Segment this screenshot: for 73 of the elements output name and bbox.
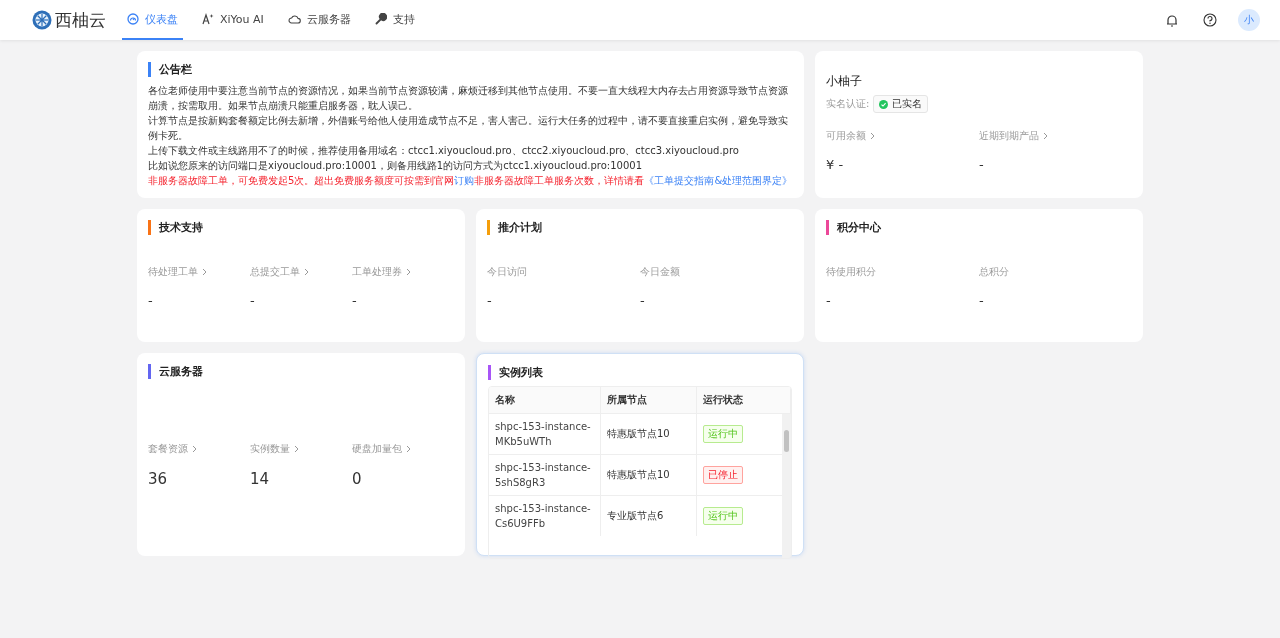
stat-value: 36 <box>148 470 169 488</box>
chevron-right-icon <box>1043 132 1048 140</box>
card-title: 技术支持 <box>159 220 203 235</box>
column-header: 名称 <box>489 387 601 413</box>
notice-text: 比如说您原来的访问端口是xiyoucloud.pro:10001，则备用线路1的访问方式为ctcc1.xiyoucloud.pro:10001 <box>148 159 644 173</box>
logo-icon <box>32 10 52 30</box>
table-cell: 专业版节点6 <box>601 496 697 536</box>
stat-value: - <box>979 293 985 308</box>
chevron-right-icon <box>870 132 875 140</box>
table-cell: shpc-153-instance-5shS8gR3 <box>489 455 601 495</box>
stat-value: - <box>979 157 985 172</box>
scrollbar[interactable] <box>782 413 791 558</box>
stat-value: - <box>487 293 493 308</box>
table-cell: shpc-153-instance-Cs6U9FFb <box>489 496 601 536</box>
help-icon[interactable] <box>1202 12 1218 28</box>
user-avatar[interactable]: 小 <box>1238 9 1260 31</box>
nav-tab[interactable]: XiYou AI <box>197 0 269 40</box>
stat-link[interactable]: 可用余额 <box>826 129 875 143</box>
card-title: 实例列表 <box>499 365 543 380</box>
card-title: 云服务器 <box>159 364 203 379</box>
stat-link[interactable]: 待处理工单 <box>148 265 207 279</box>
user-name: 小柚子 <box>826 73 863 90</box>
chevron-right-icon <box>406 445 411 453</box>
chevron-right-icon <box>304 268 309 276</box>
stat-value: 0 <box>352 470 363 488</box>
nav-tab[interactable]: 仪表盘 <box>122 0 183 40</box>
status-tag: 运行中 <box>703 507 743 525</box>
card-title: 推介计划 <box>498 220 542 235</box>
card-title: 公告栏 <box>159 62 192 77</box>
notice-link[interactable]: 订购 <box>454 175 475 186</box>
table-cell: 特惠版节点10 <box>601 414 697 454</box>
verify-badge: 已实名 <box>873 95 929 113</box>
stat-value: - <box>250 293 256 308</box>
stat-link[interactable]: 近期到期产品 <box>979 129 1048 143</box>
chevron-right-icon <box>294 445 299 453</box>
notice-warning: 非服务器故障工单服务次数，详情请看 <box>474 175 645 186</box>
stat-link[interactable]: 套餐资源 <box>148 442 197 456</box>
stat-value: 14 <box>250 470 271 488</box>
chevron-right-icon <box>406 268 411 276</box>
notice-warning: 非服务器故障工单，可免费发起5次。超出免费服务额度可按需到官网 <box>148 175 455 186</box>
nav-tab[interactable]: 支持 <box>369 0 420 40</box>
notice-text: 计算节点是按新购套餐额定比例去新增，外借账号给他人使用造成节点不足，害人害己。运行大任务的过程中，请不要直接重启实例，避免导致实例卡死。 <box>148 114 789 143</box>
column-header: 所属节点 <box>601 387 697 413</box>
card-title: 积分中心 <box>837 220 881 235</box>
sparkle-icon <box>202 13 214 25</box>
verify-label: 实名认证: <box>826 97 870 111</box>
gauge-icon <box>127 13 139 25</box>
nav-tab[interactable]: 云服务器 <box>282 0 356 40</box>
stat-value: - <box>148 293 154 308</box>
stat-label: 待使用积分 <box>826 265 876 279</box>
status-tag: 运行中 <box>703 425 743 443</box>
stat-link[interactable]: 硬盘加量包 <box>352 442 411 456</box>
stat-label: 今日访问 <box>487 265 527 279</box>
stat-link[interactable]: 实例数量 <box>250 442 299 456</box>
stat-value: - <box>640 293 646 308</box>
notice-link[interactable]: 《工单提交指南&处理范围界定》 <box>644 175 793 186</box>
notice-text: 上传下载文件或主线路用不了的时候，推荐使用备用域名：ctcc1.xiyoucloud.pro、ctcc2.xiyoucloud.pro、ctcc3.xiyoucloud.pro <box>148 144 740 158</box>
table-cell: shpc-153-instance-MKb5uWTh <box>489 414 601 454</box>
stat-value: - <box>352 293 358 308</box>
stat-link[interactable]: 总提交工单 <box>250 265 309 279</box>
stat-value: ¥ - <box>826 157 845 172</box>
stat-link[interactable]: 工单处理券 <box>352 265 411 279</box>
bell-icon[interactable] <box>1164 12 1180 28</box>
notice-text: 各位老师使用中要注意当前节点的资源情况，如果当前节点资源较满，麻烦迁移到其他节点使用。不要一直大线程大内存去占用资源导致节点资源崩溃，按需取用。如果节点崩溃只能重启服务器，耽人误己。 <box>148 84 789 113</box>
table-cell: 特惠版节点10 <box>601 455 697 495</box>
cloud-icon <box>287 14 301 24</box>
stat-value: - <box>826 293 832 308</box>
stat-label: 今日金额 <box>640 265 680 279</box>
chevron-right-icon <box>192 445 197 453</box>
chevron-right-icon <box>202 268 207 276</box>
status-tag: 已停止 <box>703 466 743 484</box>
stat-label: 总积分 <box>979 265 1009 279</box>
brand-name: 西柚云 <box>55 8 106 32</box>
